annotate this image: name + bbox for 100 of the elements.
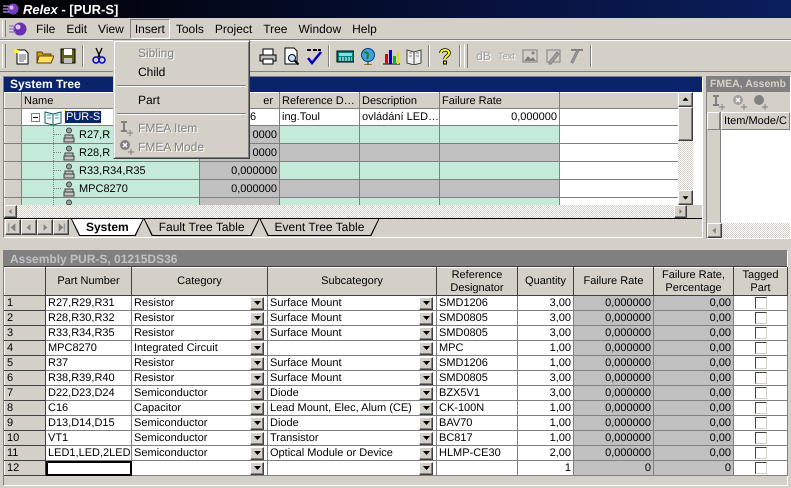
row-header[interactable]: 11 [4, 446, 46, 460]
scroll-up-button[interactable] [678, 92, 693, 107]
tree-node-label[interactable]: R27,R [79, 128, 110, 140]
dropdown-button[interactable] [250, 372, 264, 384]
tree-node-label[interactable]: MPC8270 [79, 182, 128, 194]
row-header[interactable]: 10 [4, 430, 46, 446]
checkbox[interactable] [754, 446, 766, 459]
scroll-left-button[interactable] [4, 205, 17, 218]
menu-item[interactable]: Project [210, 18, 258, 38]
next-tab-button[interactable] [37, 219, 53, 235]
menu-item[interactable]: Insert [130, 18, 170, 38]
scrollbar-thumb[interactable] [678, 107, 693, 141]
dropdown-button[interactable] [250, 386, 264, 400]
add-item-icon[interactable] [711, 94, 727, 110]
checkbox[interactable] [754, 462, 766, 474]
vertical-scrollbar[interactable] [678, 92, 693, 205]
checkbox[interactable] [754, 402, 766, 414]
row-header[interactable] [4, 162, 22, 180]
dropdown-button[interactable] [250, 416, 264, 430]
column-header[interactable]: Failure Rate [440, 92, 560, 108]
checkbox[interactable] [754, 372, 766, 384]
row-header[interactable]: 2 [4, 310, 46, 326]
globe-icon[interactable] [358, 46, 376, 64]
row-header[interactable]: 6 [4, 370, 46, 386]
print-preview-icon[interactable] [282, 46, 300, 64]
row-header[interactable]: 4 [4, 340, 46, 356]
dropdown-button[interactable] [419, 312, 433, 324]
dropdown-button[interactable] [250, 356, 264, 370]
checkbox[interactable] [754, 296, 766, 309]
dropdown-button[interactable] [250, 446, 264, 460]
dropdown-button[interactable] [250, 432, 264, 444]
previous-tab-button[interactable] [21, 219, 37, 235]
tab[interactable]: Fault Tree Table [144, 219, 260, 236]
menu-item[interactable]: View [93, 18, 129, 38]
checkbox[interactable] [754, 356, 766, 369]
dropdown-button[interactable] [250, 462, 264, 474]
column-header[interactable]: Item/Mode/C [721, 112, 790, 130]
dropdown-button[interactable] [419, 462, 433, 474]
menu-item[interactable]: File [31, 18, 60, 38]
tree-cell[interactable]: MPC8270 [22, 180, 200, 198]
checkbox[interactable] [754, 416, 766, 429]
row-header[interactable] [4, 108, 22, 126]
tree-cell[interactable]: R33,R34,R35 [22, 162, 200, 180]
row-header[interactable] [4, 180, 22, 198]
menu-item[interactable]: Edit [61, 18, 92, 38]
save-icon[interactable] [58, 46, 76, 64]
pencil-frame-icon[interactable] [544, 46, 562, 64]
picture-icon[interactable] [520, 46, 538, 64]
checkbox[interactable] [754, 326, 766, 339]
column-header[interactable]: Reference Designator [436, 268, 518, 296]
row-header[interactable] [4, 126, 22, 144]
menu-item[interactable]: Tree [258, 18, 292, 38]
dropdown-button[interactable] [419, 326, 433, 340]
add-mode-icon[interactable] [732, 94, 748, 110]
tab[interactable]: Event Tree Table [260, 219, 380, 236]
dropdown-button[interactable] [419, 296, 433, 310]
checkbox[interactable] [754, 386, 766, 399]
dropdown-button[interactable] [250, 402, 264, 414]
dropdown-button[interactable] [419, 356, 433, 370]
column-header[interactable]: Subcategory [268, 268, 436, 296]
scroll-left-button[interactable] [707, 223, 722, 238]
column-header[interactable]: Tagged Part [734, 268, 788, 296]
dropdown-button[interactable] [250, 342, 264, 354]
book-icon[interactable] [404, 46, 422, 64]
expander-button[interactable] [31, 112, 40, 122]
column-header[interactable]: Part Number [46, 268, 132, 296]
printer-icon[interactable] [258, 46, 276, 64]
dropdown-button[interactable] [419, 446, 433, 460]
row-header[interactable]: 8 [4, 400, 46, 416]
dropdown-button[interactable] [419, 416, 433, 430]
row-header[interactable]: 9 [4, 416, 46, 430]
menu-item[interactable]: Tools [170, 18, 209, 38]
input-field[interactable] [46, 460, 132, 476]
tab[interactable]: System [71, 219, 144, 236]
dropdown-button[interactable] [419, 342, 433, 354]
dropdown-button[interactable] [250, 296, 264, 310]
new-file-icon[interactable] [12, 46, 30, 64]
row-header[interactable]: 1 [4, 296, 46, 310]
column-header[interactable]: Description [360, 92, 440, 108]
row-header[interactable]: 12 [4, 460, 46, 476]
scissors-icon[interactable] [90, 46, 108, 64]
add-dot-icon[interactable] [753, 94, 769, 110]
checkbox[interactable] [754, 342, 766, 354]
column-header[interactable]: Failure Rate [574, 268, 654, 296]
row-header[interactable]: 3 [4, 326, 46, 340]
tree-node-label[interactable]: R28,R [79, 146, 110, 158]
horizontal-scrollbar[interactable] [4, 205, 687, 218]
tree-node-label[interactable]: PUR-S [65, 111, 102, 123]
column-header[interactable]: Reference D… [280, 92, 360, 108]
first-tab-button[interactable] [5, 219, 21, 235]
row-header[interactable]: 7 [4, 386, 46, 400]
row-header[interactable]: 5 [4, 356, 46, 370]
scroll-right-button[interactable] [674, 205, 687, 218]
menu-item[interactable]: Help [347, 18, 382, 38]
checkbox[interactable] [754, 312, 766, 324]
dropdown-button[interactable] [419, 372, 433, 384]
dropdown-button[interactable] [419, 402, 433, 414]
tree-node-label[interactable]: R33,R34,R35 [79, 164, 146, 176]
horizontal-scrollbar[interactable] [707, 223, 790, 238]
dropdown-button[interactable] [419, 386, 433, 400]
